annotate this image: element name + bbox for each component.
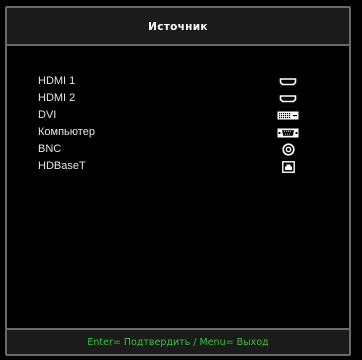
key-hint: Enter= Подтвердить / Menu= Выход xyxy=(87,337,269,348)
source-item-bnc[interactable]: BNC xyxy=(7,141,349,158)
source-item-hdmi-1[interactable]: HDMI 1 xyxy=(7,73,349,90)
source-label: BNC xyxy=(38,143,62,155)
hdbaset-port-icon xyxy=(277,158,299,175)
hdmi-port-icon xyxy=(277,90,299,107)
menu-header: Источник xyxy=(7,8,349,46)
menu-footer: Enter= Подтвердить / Menu= Выход xyxy=(7,328,349,354)
source-item-computer[interactable]: Компьютер xyxy=(7,124,349,141)
hdmi-port-icon xyxy=(277,73,299,90)
source-label: Компьютер xyxy=(38,126,95,138)
source-label: HDBaseT xyxy=(38,160,86,172)
vga-port-icon xyxy=(277,124,299,141)
source-label: HDMI 2 xyxy=(38,92,76,104)
source-item-hdmi-2[interactable]: HDMI 2 xyxy=(7,90,349,107)
source-item-hdbaset[interactable]: HDBaseT xyxy=(7,158,349,175)
source-item-dvi[interactable]: DVI xyxy=(7,107,349,124)
bnc-connector-icon xyxy=(277,141,299,158)
source-label: DVI xyxy=(38,109,57,121)
dvi-port-icon xyxy=(277,107,299,124)
source-list: HDMI 1 HDMI 2 DVI Компьютер BNC HDBaseT xyxy=(7,73,349,175)
menu-title: Источник xyxy=(148,21,208,33)
source-menu-window: Источник HDMI 1 HDMI 2 DVI Компьютер BNC… xyxy=(5,6,351,356)
source-label: HDMI 1 xyxy=(38,75,76,87)
